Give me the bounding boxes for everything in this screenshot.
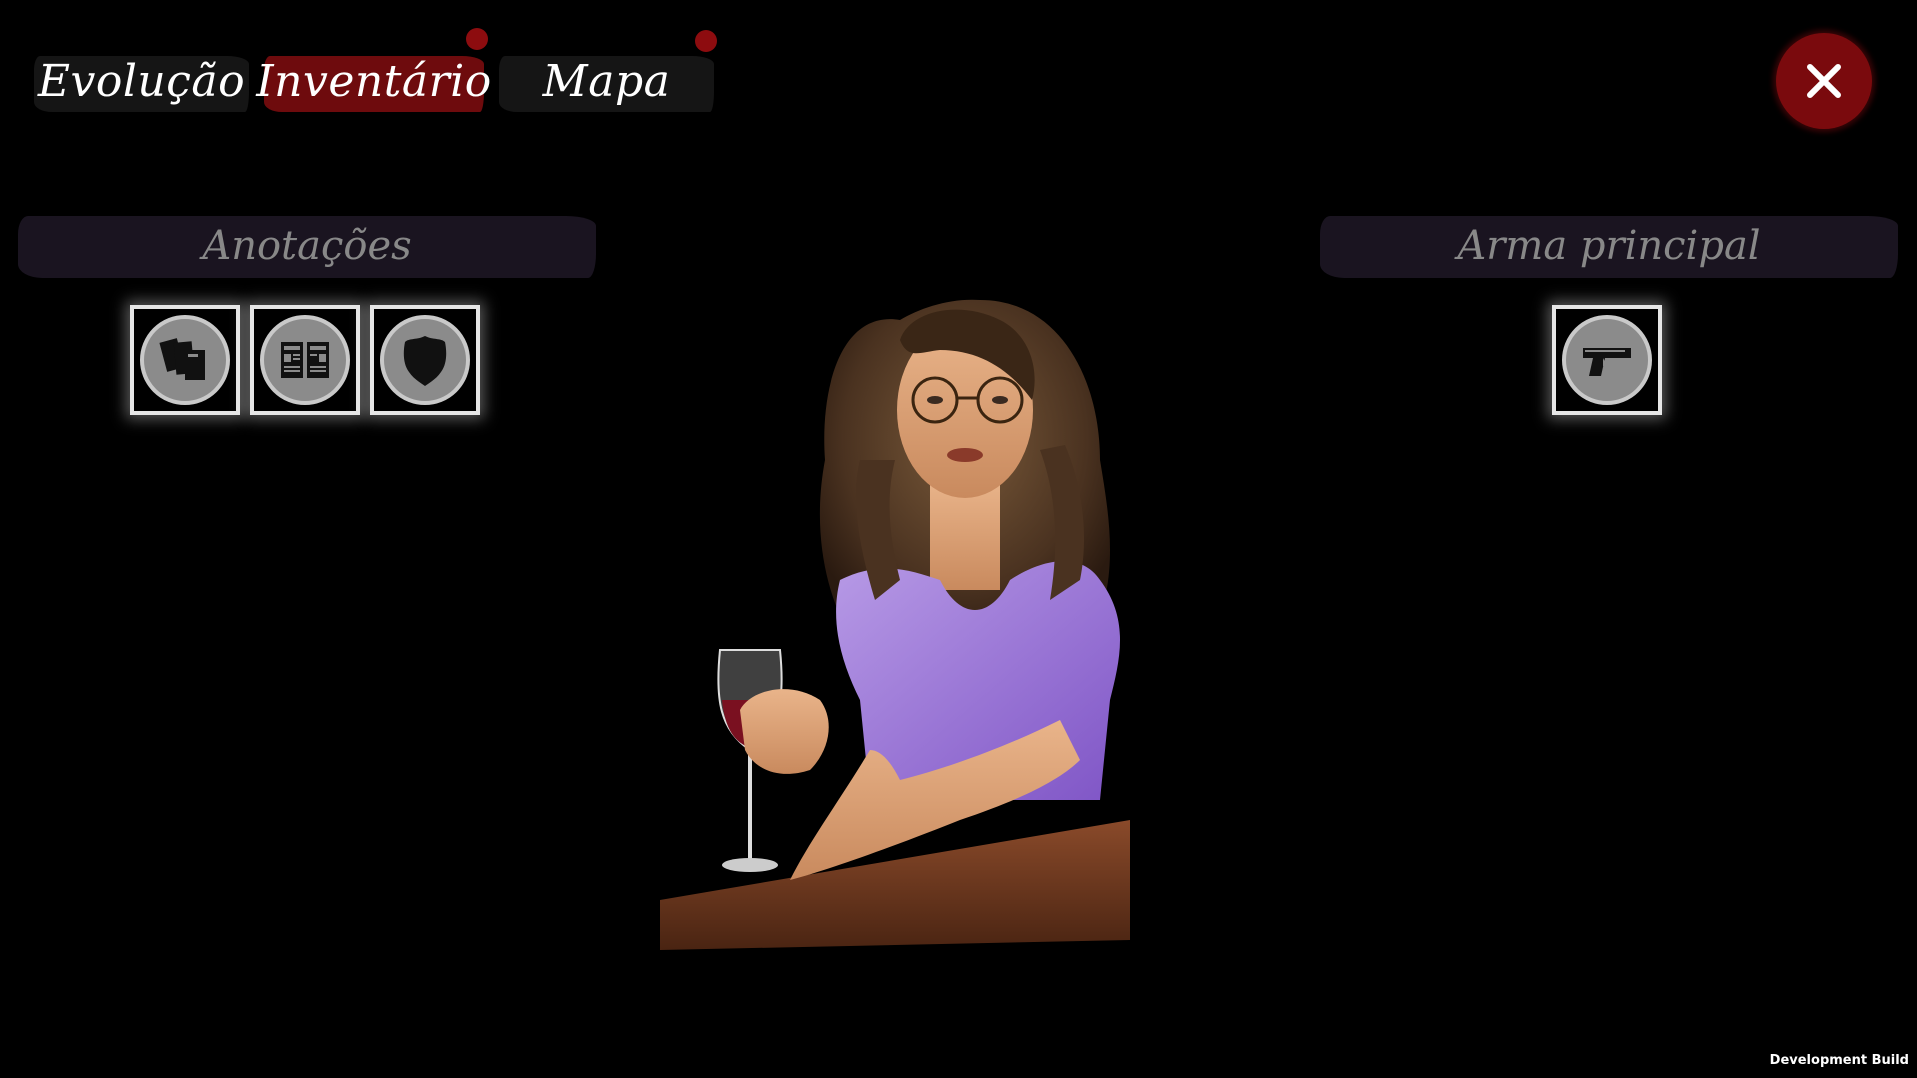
annotations-header: Anotações xyxy=(18,210,596,282)
documents-icon xyxy=(159,338,205,380)
annotations-title: Anotações xyxy=(202,223,412,269)
slot-circle xyxy=(260,315,350,405)
police-badge-icon xyxy=(403,336,447,386)
slot-circle xyxy=(140,315,230,405)
lips xyxy=(947,448,983,462)
slot-circle xyxy=(380,315,470,405)
main-weapon-title: Arma principal xyxy=(1457,223,1761,269)
pistol-icon xyxy=(1583,348,1631,376)
annotation-slot-badge[interactable] xyxy=(370,305,480,415)
tab-evolucao[interactable]: Evolução xyxy=(34,40,249,122)
annotation-slot-newspaper[interactable] xyxy=(250,305,360,415)
tab-label: Inventário xyxy=(256,55,492,107)
tab-inventario[interactable]: Inventário xyxy=(256,40,491,122)
tab-mapa[interactable]: Mapa xyxy=(499,40,714,122)
notification-dot xyxy=(466,28,488,50)
main-weapon-header: Arma principal xyxy=(1320,210,1898,282)
close-button[interactable] xyxy=(1776,33,1872,129)
character-portrait xyxy=(660,280,1260,950)
notification-dot xyxy=(695,30,717,52)
tab-label: Evolução xyxy=(37,55,246,107)
hand xyxy=(740,689,829,774)
annotation-slot-documents[interactable] xyxy=(130,305,240,415)
tab-label: Mapa xyxy=(542,55,671,107)
character-illustration xyxy=(660,299,1130,950)
weapon-slot-pistol[interactable] xyxy=(1552,305,1662,415)
development-build-label: Development Build xyxy=(1769,1053,1909,1068)
slot-circle xyxy=(1562,315,1652,405)
newspaper-icon xyxy=(281,342,329,378)
tab-bar: Evolução Inventário Mapa xyxy=(34,28,724,122)
close-icon xyxy=(1807,64,1841,98)
